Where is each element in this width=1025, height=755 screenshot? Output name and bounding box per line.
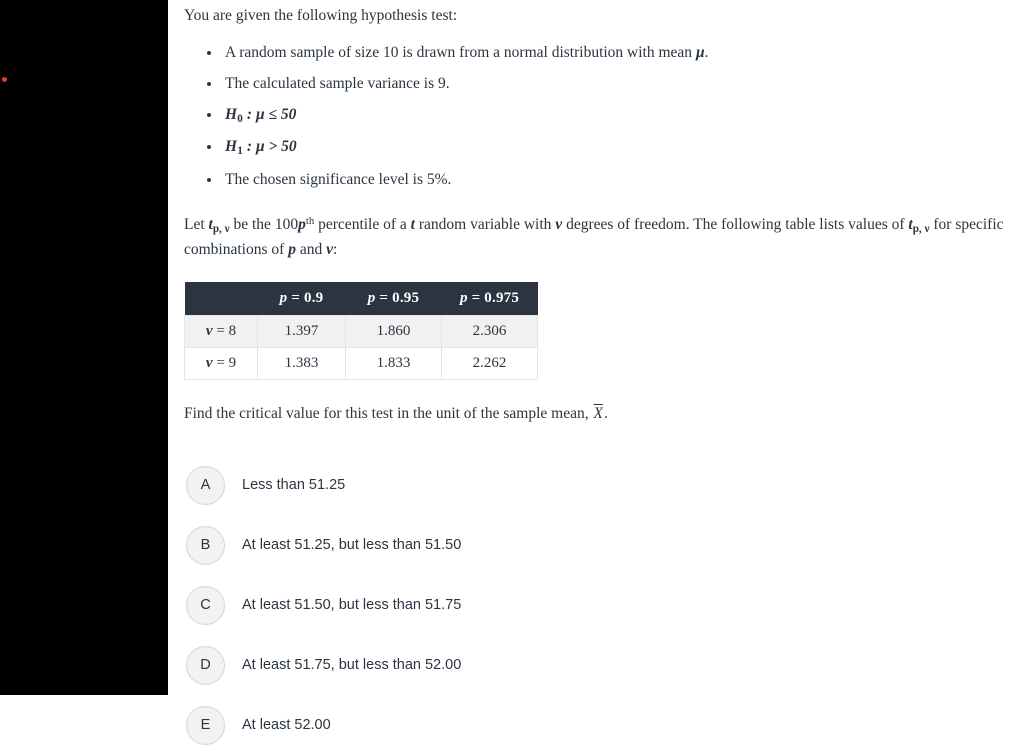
null-hypothesis-relation: : μ ≤ 50 <box>243 105 297 123</box>
table-cell: 2.306 <box>441 314 538 348</box>
x-bar-symbol: X <box>593 404 603 422</box>
red-indicator-dot <box>2 77 7 82</box>
t-distribution-table: p = 0.9 p = 0.95 p = 0.975 ν = 8 1.397 1… <box>184 281 538 380</box>
row-eq-sign: = <box>212 322 229 339</box>
table-cell: 1.833 <box>345 346 442 380</box>
table-header-row: p = 0.9 p = 0.95 p = 0.975 <box>184 281 538 316</box>
answer-bubble-a[interactable]: A <box>186 465 225 505</box>
answer-choice-d[interactable]: D At least 51.75, but less than 52.00 <box>184 635 1009 695</box>
answer-bubble-d[interactable]: D <box>186 645 225 685</box>
table-header: p = 0.9 p = 0.95 p = 0.975 <box>184 281 538 316</box>
fact-sample-size: A random sample of size 10 is drawn from… <box>222 41 1009 64</box>
col-p-symbol: p <box>459 289 468 306</box>
fact-null-hypothesis: H0 : μ ≤ 50 <box>222 103 1009 128</box>
row-nu-value: 8 <box>228 322 237 339</box>
t-subscript-2: p, ν <box>912 223 930 236</box>
col-p-value: 0.9 <box>304 289 324 306</box>
answer-choices-list: A Less than 51.25 B At least 51.25, but … <box>184 455 1009 755</box>
answer-text-e[interactable]: At least 52.00 <box>242 716 331 735</box>
fact-alt-hypothesis: H1 : μ > 50 <box>222 135 1009 160</box>
answer-choice-e[interactable]: E At least 52.00 <box>184 695 1009 755</box>
definition-part1: Let <box>184 215 209 233</box>
table-col-header-p095: p = 0.95 <box>345 281 442 316</box>
table-row-header-nu9: ν = 9 <box>184 346 258 380</box>
question-content-area: You are given the following hypothesis t… <box>168 0 1025 745</box>
null-hypothesis-base: H <box>225 105 238 123</box>
table-cell: 2.262 <box>441 346 538 380</box>
alt-hypothesis-base: H <box>225 138 238 156</box>
answer-choice-c[interactable]: C At least 51.50, but less than 51.75 <box>184 575 1009 635</box>
table-row: ν = 9 1.383 1.833 2.262 <box>184 346 538 380</box>
row-eq-sign: = <box>212 354 229 371</box>
table-corner-cell <box>184 281 258 316</box>
answer-text-d[interactable]: At least 51.75, but less than 52.00 <box>242 656 461 675</box>
t-percentile-definition: Let tp, ν be the 100pth percentile of a … <box>184 213 1004 262</box>
row-nu-symbol: ν <box>205 354 213 371</box>
table-col-header-p09: p = 0.9 <box>257 281 346 316</box>
t-subscript: p, ν <box>212 223 230 236</box>
table-cell: 1.397 <box>257 314 346 348</box>
fact-sample-size-post: . <box>704 44 709 62</box>
table-body: ν = 8 1.397 1.860 2.306 ν = 9 1.383 1.83… <box>184 314 538 380</box>
hypothesis-facts-list: A random sample of size 10 is drawn from… <box>184 41 1009 190</box>
th-superscript: th <box>305 215 315 228</box>
alt-hypothesis-relation: : μ > 50 <box>243 138 297 156</box>
table-cell: 1.383 <box>257 346 346 380</box>
col-p-value: 0.95 <box>392 289 420 306</box>
answer-bubble-c[interactable]: C <box>186 585 225 625</box>
row-nu-value: 9 <box>228 354 237 371</box>
definition-part8: : <box>332 240 338 258</box>
table-row-header-nu8: ν = 8 <box>184 314 258 348</box>
answer-choice-a[interactable]: A Less than 51.25 <box>184 455 1009 515</box>
table-row: ν = 8 1.397 1.860 2.306 <box>184 314 538 348</box>
col-p-value: 0.975 <box>484 289 520 306</box>
p-symbol-2: p <box>288 240 296 258</box>
answer-text-b[interactable]: At least 51.25, but less than 51.50 <box>242 536 461 555</box>
answer-bubble-e[interactable]: E <box>186 705 225 745</box>
col-eq-sign: = <box>467 289 485 306</box>
fact-significance-level: The chosen significance level is 5%. <box>222 168 1009 191</box>
question-lead-text: You are given the following hypothesis t… <box>184 7 458 24</box>
prompt-part2: . <box>603 404 608 422</box>
row-nu-symbol: ν <box>205 322 213 339</box>
answer-bubble-b[interactable]: B <box>186 525 225 565</box>
left-sidebar-rail <box>0 0 168 695</box>
prompt-part1: Find the critical value for this test in… <box>184 404 593 422</box>
definition-part5: degrees of freedom. The following table … <box>562 215 909 233</box>
answer-text-c[interactable]: At least 51.50, but less than 51.75 <box>242 596 461 615</box>
definition-part2: be the 100 <box>229 215 299 233</box>
nu-symbol-2: ν <box>326 240 333 258</box>
definition-part3: percentile of a <box>314 215 411 233</box>
col-eq-sign: = <box>287 289 304 306</box>
fact-sample-size-pre: A random sample of size 10 is drawn from… <box>225 44 696 62</box>
table-cell: 1.860 <box>345 314 442 348</box>
definition-part7: and <box>295 240 327 258</box>
definition-part4: random variable with <box>414 215 556 233</box>
question-prompt: Find the critical value for this test in… <box>184 402 1004 426</box>
fact-sample-variance: The calculated sample variance is 9. <box>222 72 1009 95</box>
answer-text-a[interactable]: Less than 51.25 <box>242 476 345 495</box>
p-symbol: p <box>298 215 306 233</box>
table-col-header-p0975: p = 0.975 <box>441 281 538 316</box>
col-eq-sign: = <box>375 289 393 306</box>
mu-symbol-icon: μ <box>695 44 705 62</box>
answer-choice-b[interactable]: B At least 51.25, but less than 51.50 <box>184 515 1009 575</box>
